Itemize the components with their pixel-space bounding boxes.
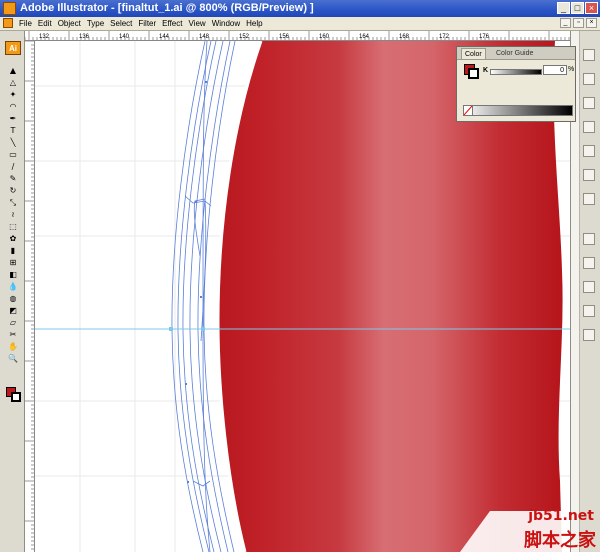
appearance-icon[interactable] [583, 257, 595, 269]
transparency-icon[interactable] [583, 233, 595, 245]
vertical-ruler [25, 41, 35, 552]
eyedropper-tool-icon[interactable]: 💧 [7, 282, 19, 292]
menu-object[interactable]: Object [55, 17, 84, 30]
doc-restore-button[interactable]: ▫ [573, 18, 584, 28]
doc-close-button[interactable]: × [586, 18, 597, 28]
ai-logo: Ai [5, 41, 21, 55]
percent-unit: % [568, 66, 575, 73]
minimize-button[interactable]: _ [557, 2, 570, 14]
ruler-label: 132 [39, 34, 50, 40]
ruler-label: 156 [279, 34, 290, 40]
brushes-icon[interactable] [583, 121, 595, 133]
menu-view[interactable]: View [185, 17, 208, 30]
gradient-icon[interactable] [583, 193, 595, 205]
ruler-label: 148 [199, 34, 210, 40]
menu-bar: File Edit Object Type Select Filter Effect View… [0, 17, 600, 31]
symbols-icon[interactable] [583, 145, 595, 157]
menu-window[interactable]: Window [209, 17, 243, 30]
rectangle-tool-icon[interactable]: ▭ [7, 150, 19, 160]
symbol-sprayer-tool-icon[interactable]: ✿ [7, 234, 19, 244]
ruler-label: 164 [359, 34, 370, 40]
color-panel-tabs: Color Color Guide [457, 47, 575, 60]
menu-select[interactable]: Select [107, 17, 135, 30]
selection-tool-icon[interactable]: ▲ [7, 66, 19, 76]
blend-tool-icon[interactable]: ◍ [7, 294, 19, 304]
ruler-label: 172 [439, 34, 450, 40]
horizontal-ruler: 132 136 140 144 148 152 156 160 164 168 172 176 [25, 31, 570, 41]
mesh-tool-icon[interactable]: ⊞ [7, 258, 19, 268]
tab-color-guide[interactable]: Color Guide [493, 48, 536, 59]
type-tool-icon[interactable]: T [7, 126, 19, 136]
stroke-swatch[interactable] [11, 392, 21, 402]
k-slider[interactable] [490, 69, 542, 75]
menu-file[interactable]: File [16, 17, 35, 30]
ruler-label: 176 [479, 34, 490, 40]
menu-effect[interactable]: Effect [159, 17, 185, 30]
warp-tool-icon[interactable]: ≀ [7, 210, 19, 220]
hand-tool-icon[interactable]: ✋ [7, 342, 19, 352]
gradient-tool-icon[interactable]: ◧ [7, 270, 19, 280]
menu-edit[interactable]: Edit [35, 17, 55, 30]
menu-type[interactable]: Type [84, 17, 107, 30]
watermark-brand: 脚本之家 [524, 530, 596, 551]
title-bar: Adobe Illustrator - [finaltut_1.ai @ 800… [0, 0, 600, 17]
close-button[interactable]: × [585, 2, 598, 14]
free-transform-tool-icon[interactable]: ⬚ [7, 222, 19, 232]
paintbrush-tool-icon[interactable]: ∕ [7, 162, 19, 172]
ruler-label: 144 [159, 34, 170, 40]
tools-panel: Ai ▲ △ ✦ ◠ ✒ T ╲ ▭ ∕ ✎ ↻ ⤡ ≀ ⬚ ✿ ▮ ⊞ ◧ 💧 ◍ ◩ ▱ ✂ ✋ 🔍 [0, 31, 25, 552]
k-value-field[interactable]: 0 [543, 65, 567, 75]
stroke-icon[interactable] [583, 169, 595, 181]
watermark-site: jb51.net [528, 508, 594, 524]
ruler-label: 168 [399, 34, 410, 40]
color-panel-icon[interactable] [583, 49, 595, 61]
ruler-label: 140 [119, 34, 130, 40]
doc-minimize-button[interactable]: _ [560, 18, 571, 28]
menu-filter[interactable]: Filter [135, 17, 159, 30]
color-guide-icon[interactable] [583, 73, 595, 85]
none-swatch[interactable] [463, 105, 473, 116]
window-title: Adobe Illustrator - [finaltut_1.ai @ 800… [20, 2, 314, 14]
rotate-tool-icon[interactable]: ↻ [7, 186, 19, 196]
column-graph-tool-icon[interactable]: ▮ [7, 246, 19, 256]
scissors-tool-icon[interactable]: ✂ [7, 330, 19, 340]
live-paint-tool-icon[interactable]: ◩ [7, 306, 19, 316]
direct-selection-tool-icon[interactable]: △ [7, 78, 19, 88]
line-tool-icon[interactable]: ╲ [7, 138, 19, 148]
graphic-styles-icon[interactable] [583, 281, 595, 293]
watermark: jb51.net 脚本之家 [460, 500, 600, 552]
links-icon[interactable] [583, 329, 595, 341]
zoom-tool-icon[interactable]: 🔍 [7, 354, 19, 364]
maximize-button[interactable]: □ [571, 2, 584, 14]
illustrator-app-icon[interactable] [3, 2, 16, 15]
color-panel: Color Color Guide K 0 % [456, 46, 576, 122]
lasso-tool-icon[interactable]: ◠ [7, 102, 19, 112]
menu-help[interactable]: Help [243, 17, 265, 30]
color-spectrum-bar[interactable] [463, 105, 573, 116]
swatches-icon[interactable] [583, 97, 595, 109]
panel-stroke-swatch[interactable] [468, 68, 479, 79]
ruler-label: 160 [319, 34, 330, 40]
pencil-tool-icon[interactable]: ✎ [7, 174, 19, 184]
layers-icon[interactable] [583, 305, 595, 317]
slice-tool-icon[interactable]: ▱ [7, 318, 19, 328]
ruler-label: 136 [79, 34, 90, 40]
pen-tool-icon[interactable]: ✒ [7, 114, 19, 124]
ruler-label: 152 [239, 34, 250, 40]
k-channel-label: K [483, 67, 489, 74]
document-icon[interactable] [3, 18, 13, 28]
tab-color[interactable]: Color [461, 48, 486, 59]
magic-wand-tool-icon[interactable]: ✦ [7, 90, 19, 100]
scale-tool-icon[interactable]: ⤡ [7, 198, 19, 208]
